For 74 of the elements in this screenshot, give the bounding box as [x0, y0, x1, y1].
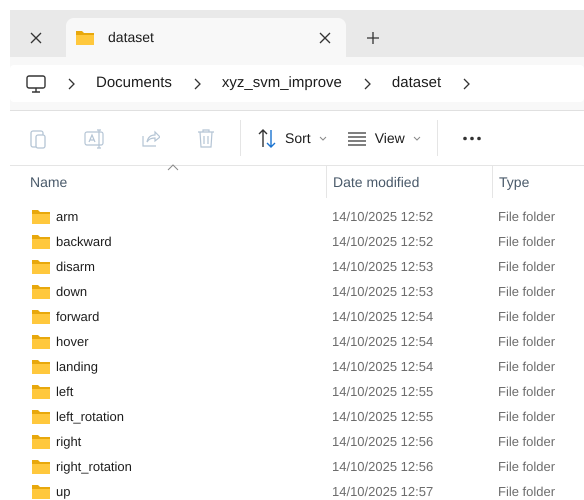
file-name[interactable]: down — [56, 282, 88, 302]
breadcrumb-item[interactable]: dataset — [384, 72, 450, 95]
folder-icon — [32, 334, 50, 349]
tab[interactable]: dataset — [66, 18, 346, 57]
date-cell-text: 14/10/2025 12:54 — [331, 358, 434, 376]
date-cell-text: 14/10/2025 12:56 — [331, 458, 434, 476]
chevron-icon — [66, 78, 76, 90]
folder-icon — [32, 209, 50, 224]
file-name[interactable]: backward — [56, 232, 112, 252]
type-cell-text: File folder — [497, 232, 556, 251]
date-cell-text: 14/10/2025 12:53 — [331, 282, 434, 301]
type-cell-text: File folder — [497, 432, 556, 451]
chevron-icon — [362, 78, 372, 90]
type-cell-text: File folder — [497, 358, 556, 376]
date-cell-text: 14/10/2025 12:52 — [331, 208, 434, 226]
trash-icon — [196, 128, 216, 148]
file-name[interactable]: disarm — [56, 256, 96, 276]
date-cell-text: 14/10/2025 12:53 — [331, 258, 434, 276]
type-cell-text: File folder — [497, 408, 556, 426]
file-name[interactable]: forward — [56, 306, 100, 326]
folder-icon — [32, 434, 50, 449]
folder-icon — [32, 459, 50, 474]
type-cell-text: File folder — [497, 258, 556, 276]
rename-icon — [84, 128, 104, 148]
type-cell-text: File folder — [497, 282, 556, 301]
clipboard-icon — [28, 128, 48, 148]
chevron-icon — [192, 78, 202, 90]
folder-icon — [32, 259, 50, 274]
file-name[interactable]: left_rotation — [56, 406, 124, 426]
date-cell-text: 14/10/2025 12:55 — [331, 382, 434, 401]
sort-button[interactable]: Sort — [247, 118, 337, 158]
date-cell-text: 14/10/2025 12:56 — [331, 432, 434, 451]
folder-icon — [32, 409, 50, 424]
file-name[interactable]: left — [56, 382, 74, 402]
view-button[interactable]: View — [336, 118, 431, 158]
folder-icon — [32, 359, 50, 374]
date-cell-text: 14/10/2025 12:52 — [331, 232, 434, 251]
type-cell-text: File folder — [497, 458, 556, 476]
file-name[interactable]: arm — [56, 206, 78, 226]
file-name[interactable]: hover — [56, 332, 89, 352]
type-cell-text: File folder — [497, 382, 556, 401]
new-tab-button[interactable] — [366, 31, 380, 45]
dropdown-icon — [318, 136, 327, 140]
file-name[interactable]: up — [56, 482, 70, 500]
more-icon — [462, 136, 481, 140]
close-icon[interactable] — [318, 30, 332, 44]
date-cell-text: 14/10/2025 12:55 — [331, 408, 434, 426]
column-header[interactable]: Type — [492, 166, 584, 198]
type-cell-text: File folder — [497, 332, 556, 351]
folder-icon — [76, 30, 94, 46]
breadcrumb-item[interactable]: xyz_svm_improve — [214, 72, 350, 95]
column-header[interactable]: Date modified — [326, 166, 492, 198]
breadcrumb-item[interactable]: Documents — [88, 72, 180, 95]
close-icon[interactable] — [29, 30, 43, 44]
type-cell-text: File folder — [497, 208, 556, 226]
type-cell-text: File folder — [497, 308, 556, 326]
folder-icon — [32, 284, 50, 299]
folder-icon — [32, 484, 50, 499]
file-name[interactable]: right_rotation — [56, 456, 132, 476]
file-name[interactable]: landing — [56, 356, 98, 376]
folder-icon — [32, 384, 50, 399]
date-cell-text: 14/10/2025 12:54 — [331, 308, 434, 326]
date-cell-text: 14/10/2025 12:54 — [331, 332, 434, 351]
column-header[interactable]: Name — [10, 166, 326, 198]
folder-icon — [32, 309, 50, 324]
sort-icon — [257, 128, 277, 148]
type-cell-text: File folder — [497, 482, 556, 500]
dropdown-icon — [412, 136, 421, 140]
computer-icon — [26, 74, 46, 92]
file-name[interactable]: right — [56, 432, 82, 452]
date-cell-text: 14/10/2025 12:57 — [331, 482, 434, 500]
sort-ascending-icon — [167, 164, 179, 171]
chevron-icon — [461, 78, 472, 90]
folder-icon — [32, 234, 50, 249]
